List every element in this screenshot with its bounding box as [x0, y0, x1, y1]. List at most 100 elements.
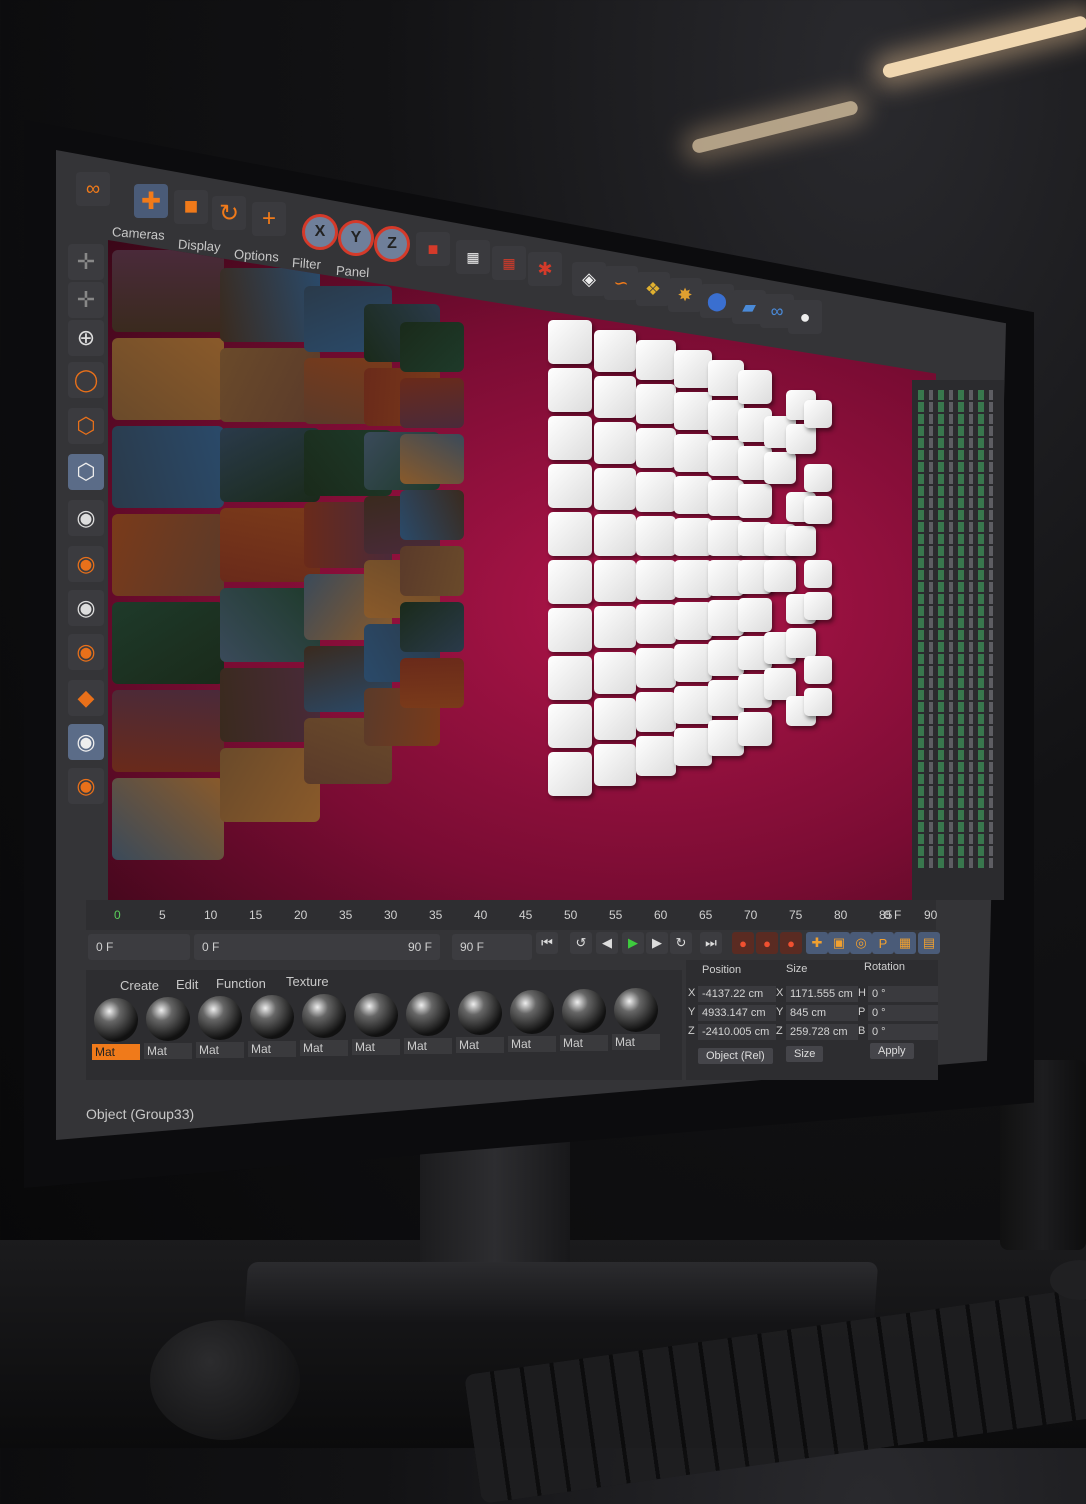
- object-row[interactable]: [918, 810, 998, 820]
- deformer-icon[interactable]: ⬤: [700, 284, 734, 318]
- material-swatch[interactable]: Mat: [612, 986, 660, 1058]
- rotation-field[interactable]: 0 °: [868, 986, 938, 1002]
- object-row[interactable]: [918, 834, 998, 844]
- logo-icon[interactable]: ∞: [76, 172, 110, 206]
- scheme-icon[interactable]: ▤: [918, 932, 940, 954]
- cube-tool-icon[interactable]: ⬡: [68, 454, 104, 490]
- object-row[interactable]: [918, 750, 998, 760]
- material-swatch[interactable]: Mat: [456, 989, 504, 1061]
- key-pla-icon[interactable]: ▦: [894, 932, 916, 954]
- current-frame-field[interactable]: 0 F: [88, 934, 190, 960]
- object-row[interactable]: [918, 702, 998, 712]
- rotate-tool-icon[interactable]: ⊕: [68, 320, 104, 356]
- light-icon[interactable]: ●: [788, 300, 822, 334]
- menu-function[interactable]: Function: [216, 976, 266, 991]
- snap-tool-icon[interactable]: ◉: [68, 768, 104, 804]
- primitive-cube-icon[interactable]: ◈: [572, 262, 606, 296]
- key-position-icon[interactable]: ✚: [806, 932, 828, 954]
- rotation-field[interactable]: 0 °: [868, 1005, 938, 1021]
- go-to-end-icon[interactable]: ⏭: [700, 932, 722, 954]
- object-row[interactable]: [918, 474, 998, 484]
- object-row[interactable]: [918, 714, 998, 724]
- menu-texture[interactable]: Texture: [286, 974, 329, 989]
- object-row[interactable]: [918, 558, 998, 568]
- material-swatch[interactable]: Mat: [196, 994, 244, 1066]
- generator-icon[interactable]: ❖: [636, 272, 670, 306]
- step-back-icon[interactable]: ◀: [596, 932, 618, 954]
- object-row[interactable]: [918, 570, 998, 580]
- move-icon[interactable]: ✚: [134, 184, 168, 218]
- object-row[interactable]: [918, 678, 998, 688]
- object-row[interactable]: [918, 402, 998, 412]
- object-row[interactable]: [918, 438, 998, 448]
- add-icon[interactable]: +: [252, 202, 286, 236]
- object-row[interactable]: [918, 510, 998, 520]
- material-swatch[interactable]: Mat: [248, 993, 296, 1065]
- object-row[interactable]: [918, 630, 998, 640]
- object-cube-icon[interactable]: ■: [416, 232, 450, 266]
- object-row[interactable]: [918, 738, 998, 748]
- step-back-key-icon[interactable]: ↺: [570, 932, 592, 954]
- play-icon[interactable]: ▶: [622, 932, 644, 954]
- texture-tool-icon[interactable]: ◆: [68, 680, 104, 716]
- edges-tool-icon[interactable]: ◉: [68, 546, 104, 582]
- menu-create[interactable]: Create: [120, 978, 159, 993]
- position-field[interactable]: 4933.147 cm: [698, 1005, 776, 1021]
- render-view-icon[interactable]: ▦: [492, 246, 526, 280]
- object-row[interactable]: [918, 726, 998, 736]
- axis-x-button[interactable]: X: [302, 214, 338, 250]
- position-field[interactable]: -4137.22 cm: [698, 986, 776, 1002]
- object-manager-panel[interactable]: [912, 380, 1004, 900]
- object-row[interactable]: [918, 774, 998, 784]
- render-region-icon[interactable]: ▦: [456, 240, 490, 274]
- object-tool-icon[interactable]: ◯: [68, 362, 104, 398]
- key-rotation-icon[interactable]: ◎: [850, 932, 872, 954]
- go-to-start-icon[interactable]: ⏮: [536, 932, 558, 954]
- render-settings-icon[interactable]: ✱: [528, 252, 562, 286]
- object-row[interactable]: [918, 534, 998, 544]
- material-swatch[interactable]: Mat: [404, 990, 452, 1062]
- menu-edit[interactable]: Edit: [176, 977, 198, 992]
- move-tool-icon[interactable]: ✛: [68, 244, 104, 280]
- polygons-tool-icon[interactable]: ◉: [68, 590, 104, 626]
- object-row[interactable]: [918, 390, 998, 400]
- axis-z-button[interactable]: Z: [374, 226, 410, 262]
- object-row[interactable]: [918, 690, 998, 700]
- menu-display[interactable]: Display: [178, 237, 222, 255]
- material-swatch[interactable]: Mat: [144, 995, 192, 1067]
- object-row[interactable]: [918, 822, 998, 832]
- rotation-field[interactable]: 0 °: [868, 1024, 938, 1040]
- object-row[interactable]: [918, 414, 998, 424]
- key-param-icon[interactable]: P: [872, 932, 894, 954]
- object-row[interactable]: [918, 594, 998, 604]
- key-scale-icon[interactable]: ▣: [828, 932, 850, 954]
- material-swatch[interactable]: Mat: [352, 991, 400, 1063]
- object-row[interactable]: [918, 498, 998, 508]
- object-row[interactable]: [918, 786, 998, 796]
- size-field[interactable]: 845 cm: [786, 1005, 858, 1021]
- material-swatch[interactable]: Mat: [560, 987, 608, 1059]
- axis-y-button[interactable]: Y: [338, 220, 374, 256]
- object-row[interactable]: [918, 846, 998, 856]
- mograph-icon[interactable]: ✸: [668, 278, 702, 312]
- object-row[interactable]: [918, 858, 998, 868]
- object-row[interactable]: [918, 606, 998, 616]
- loop-icon[interactable]: ↻: [670, 932, 692, 954]
- scale-tool-icon[interactable]: ✛: [68, 282, 104, 318]
- object-row[interactable]: [918, 462, 998, 472]
- axis-tool-icon[interactable]: ◉: [68, 724, 104, 760]
- object-row[interactable]: [918, 486, 998, 496]
- object-row[interactable]: [918, 546, 998, 556]
- object-row[interactable]: [918, 450, 998, 460]
- object-row[interactable]: [918, 666, 998, 676]
- object-row[interactable]: [918, 426, 998, 436]
- keyframe-selection-icon[interactable]: ●: [780, 932, 802, 954]
- object-row[interactable]: [918, 618, 998, 628]
- points-tool-icon[interactable]: ◉: [68, 500, 104, 536]
- size-mode-dropdown[interactable]: Size: [786, 1046, 824, 1062]
- material-swatch[interactable]: Mat: [508, 988, 556, 1060]
- coord-mode-dropdown[interactable]: Object (Rel): [698, 1048, 773, 1064]
- frame-range-slider[interactable]: 0 F 90 F: [194, 934, 440, 960]
- size-field[interactable]: 259.728 cm: [786, 1024, 858, 1040]
- model-tool-icon[interactable]: ⬡: [68, 408, 104, 444]
